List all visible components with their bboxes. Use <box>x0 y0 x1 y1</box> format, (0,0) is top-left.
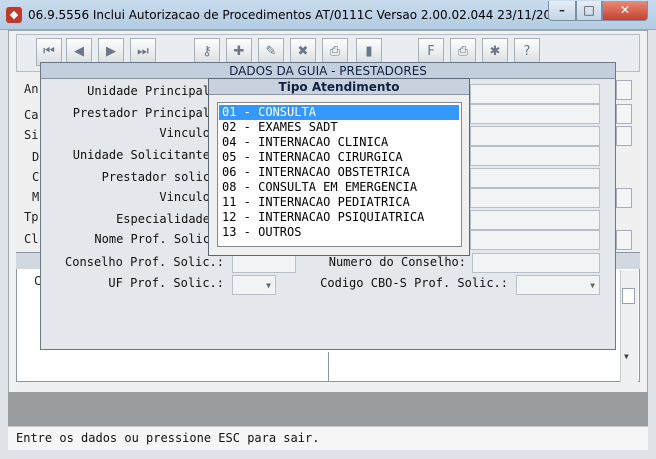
vinculo-solic-field[interactable] <box>470 188 600 208</box>
list-item[interactable]: 05 - INTERNACAO CIRURGICA <box>219 150 459 165</box>
grid-scrollbar[interactable] <box>620 270 638 382</box>
label-unidade-solicitante: Unidade Solicitante <box>72 148 210 162</box>
label-uf-prof-solic: UF Prof. Solic.: <box>108 276 224 290</box>
label-nome-prof-solic: Nome Prof. Solic <box>94 232 210 246</box>
list-item[interactable]: 12 - INTERNACAO PSIQUIATRICA <box>219 210 459 225</box>
maximize-button[interactable]: □ <box>576 1 602 21</box>
bg-field <box>616 230 632 250</box>
window-title: 06.9.5556 Inclui Autorizacao de Procedim… <box>28 8 598 22</box>
popup-title: Tipo Atendimento <box>209 79 469 95</box>
label-prestador-solic: Prestador solic <box>101 170 210 184</box>
uf-prof-solic-select[interactable]: ▼ <box>232 275 276 295</box>
bg-label-d: D <box>32 150 40 164</box>
grid-divider <box>328 352 329 382</box>
prestador-solic-field[interactable] <box>470 168 600 188</box>
label-conselho-prof-solic: Conselho Prof. Solic.: <box>65 255 224 269</box>
nome-prof-solic-field[interactable] <box>470 230 600 250</box>
list-item[interactable]: 11 - INTERNACAO PEDIATRICA <box>219 195 459 210</box>
label-vinculo-solic: Vinculo <box>159 190 210 204</box>
grid-scroll-thumb[interactable] <box>622 288 635 304</box>
list-item[interactable]: 13 - OUTROS <box>219 225 459 240</box>
label-codigo-cbo: Codigo CBO-S Prof. Solic.: <box>320 276 508 290</box>
minimize-button[interactable]: – <box>548 1 576 21</box>
chevron-down-icon: ▼ <box>266 281 271 290</box>
unidade-solicitante-field[interactable] <box>470 146 600 166</box>
list-item[interactable]: 08 - CONSULTA EM EMERGENCIA <box>219 180 459 195</box>
especialidade-field[interactable] <box>470 210 600 230</box>
codigo-cbo-select[interactable]: ▼ <box>516 275 600 295</box>
bg-field <box>616 188 632 208</box>
label-unidade-principal: Unidade Principal <box>87 84 210 98</box>
list-item[interactable]: 01 - CONSULTA <box>219 105 459 120</box>
label-vinculo-principal: Vinculo <box>159 126 210 140</box>
close-button[interactable]: ✕ <box>602 1 648 21</box>
chevron-down-icon: ▼ <box>590 281 595 290</box>
bg-label-an: An <box>24 82 39 96</box>
conselho-prof-solic-field[interactable] <box>232 253 296 273</box>
bg-label-cl: Cl <box>24 232 39 246</box>
label-especialidade: Especialidade <box>116 212 210 226</box>
vinculo-principal-field[interactable] <box>470 126 600 146</box>
label-numero-conselho: Numero do Conselho: <box>328 255 466 269</box>
unidade-principal-field[interactable] <box>470 84 600 104</box>
numero-conselho-field[interactable] <box>472 253 600 273</box>
bg-label-m: M <box>32 190 40 204</box>
bg-field <box>616 104 632 124</box>
app-icon: ◆ <box>6 7 22 23</box>
bg-label-tp: Tp <box>24 210 39 224</box>
label-prestador-principal: Prestador Principal <box>72 106 210 120</box>
bg-label-c: C <box>32 170 40 184</box>
list-item[interactable]: 06 - INTERNACAO OBSTETRICA <box>219 165 459 180</box>
scroll-down-icon[interactable]: ▼ <box>624 352 629 361</box>
bg-label-si: Si <box>24 128 39 142</box>
bg-field <box>616 126 632 146</box>
status-bar: Entre os dados ou pressione ESC para sai… <box>8 426 648 450</box>
dialog-title: DADOS DA GUIA - PRESTADORES <box>41 63 615 79</box>
footer-bar <box>8 392 648 426</box>
prestador-principal-field[interactable] <box>470 104 600 124</box>
list-item[interactable]: 04 - INTERNACAO CLINICA <box>219 135 459 150</box>
bg-field <box>616 80 632 100</box>
bg-label-ca: Ca <box>24 108 39 122</box>
list-item[interactable]: 02 - EXAMES SADT <box>219 120 459 135</box>
